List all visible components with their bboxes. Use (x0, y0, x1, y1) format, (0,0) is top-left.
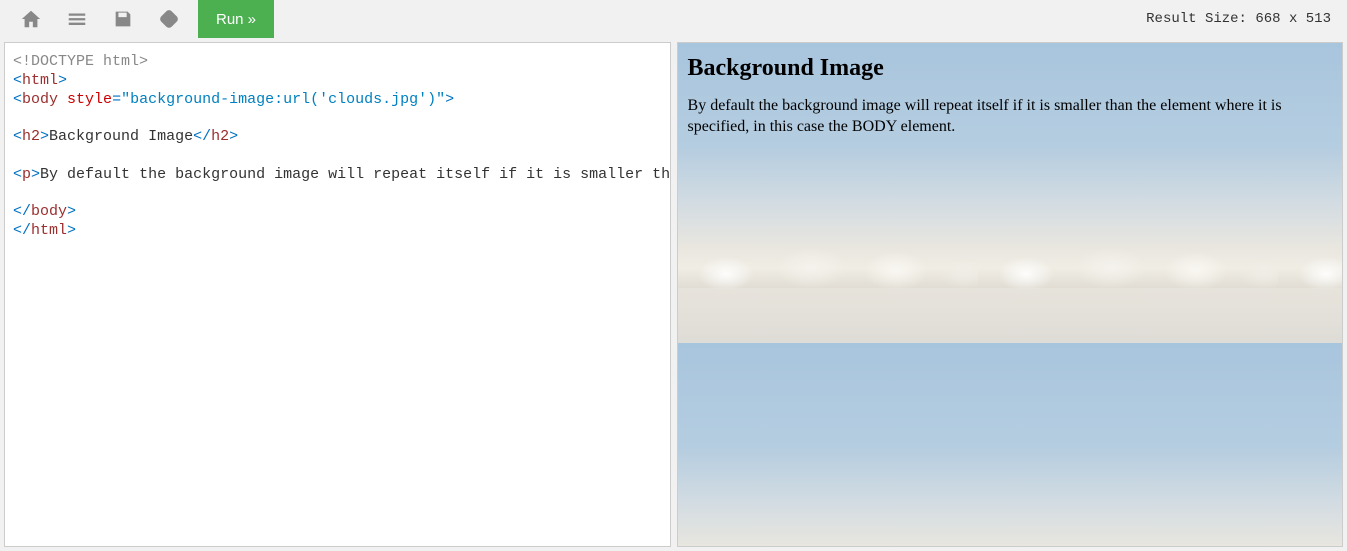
cloud-tile (978, 343, 1278, 547)
result-heading: Background Image (688, 55, 1332, 82)
result-content: Background Image By default the backgrou… (678, 43, 1342, 150)
save-icon (112, 8, 134, 30)
rotate-button[interactable] (146, 0, 192, 38)
result-size-label: Result Size: (1146, 11, 1247, 27)
save-button[interactable] (100, 0, 146, 38)
home-icon (20, 8, 42, 30)
home-button[interactable] (8, 0, 54, 38)
menu-button[interactable] (54, 0, 100, 38)
result-paragraph: By default the background image will rep… (688, 96, 1332, 138)
result-pane: Background Image By default the backgrou… (677, 42, 1343, 547)
toolbar: Run » Result Size: 668 x 513 (0, 0, 1347, 38)
cloud-tile (1278, 343, 1343, 547)
menu-icon (66, 8, 88, 30)
main: <!DOCTYPE html> <html> <body style="back… (0, 38, 1347, 551)
result-size: Result Size: 668 x 513 (1146, 11, 1339, 27)
run-button[interactable]: Run » (198, 0, 274, 38)
result-size-value: 668 x 513 (1255, 11, 1331, 27)
code-editor[interactable]: <!DOCTYPE html> <html> <body style="back… (4, 42, 671, 547)
code-doctype: <!DOCTYPE html> (13, 53, 148, 70)
rotate-icon (158, 8, 180, 30)
run-label: Run » (216, 11, 256, 28)
cloud-tile (678, 343, 978, 547)
